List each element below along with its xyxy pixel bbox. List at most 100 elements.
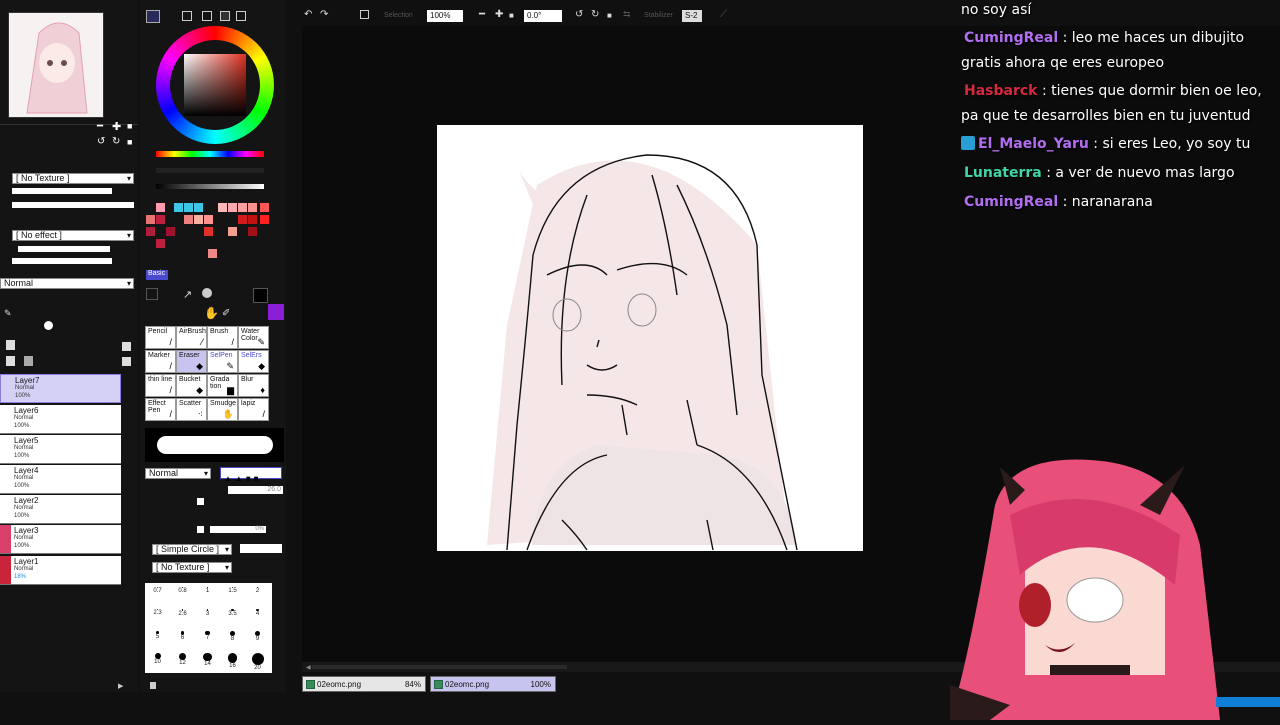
tool-scatter[interactable]: Scatter ⁖ [176,398,207,421]
saturation-value-square[interactable] [184,54,246,116]
effect-strength-slider[interactable] [12,258,112,264]
tool-brush[interactable]: Brush / [207,326,238,349]
tool-gradation[interactable]: Grada tion ▆ [207,374,238,397]
brush-shape-strength-slider[interactable] [240,544,282,553]
scratchpad-toggle-icon[interactable] [236,11,246,21]
brush-size-preset[interactable]: 1.5 [220,585,245,605]
brush-texture-select[interactable]: [ No Texture ] [152,562,232,573]
min-density-slider[interactable]: 0% [210,526,266,533]
layer-row[interactable]: Layer3 Normal 100% [0,525,121,554]
zoom-tool-icon[interactable] [202,288,212,298]
brush-size-preset[interactable]: 16 [220,651,245,671]
rgb-slider-toggle-icon[interactable] [182,11,192,21]
brush-size-preset[interactable]: 2 [245,585,270,605]
brush-shape-select[interactable]: [ Simple Circle ] [152,544,232,555]
file-tab[interactable]: 02eomc.png 84% [302,676,426,692]
stabilizer-select[interactable]: S-2 [682,10,702,22]
brush-size-slider[interactable]: 26.0 [228,486,283,494]
zoom-in-icon[interactable]: ✚ [112,120,121,133]
zoom-out-icon[interactable]: ━ [97,121,103,132]
color-wheel-toggle-icon[interactable] [146,10,160,23]
protect-alpha-toggle[interactable] [44,321,53,330]
zoom-select[interactable]: 100% [427,10,463,22]
tool-selpen[interactable]: SelPen ✎ [207,350,238,373]
brush-size-preset[interactable]: 3 [195,607,220,627]
brush-size-preset[interactable]: 1 [195,585,220,605]
tool-blur[interactable]: Blur ♦ [238,374,269,397]
layer-row[interactable]: Layer7 Normal 100% [0,374,121,403]
color-wheel[interactable] [156,26,274,144]
tool-pencil[interactable]: Pencil / [145,326,176,349]
layer-row[interactable]: Layer4 Normal 100% [0,465,121,494]
layer-row[interactable]: Layer1 Normal 18% [0,556,121,585]
reset-rotation-icon[interactable]: ■ [127,137,132,147]
move-icon[interactable]: ↗ [183,288,192,301]
new-layer-icon[interactable] [6,340,15,350]
pin-icon[interactable]: ✎ [4,308,12,319]
trash-icon[interactable] [24,356,33,366]
brush-shape-buttons[interactable]: ▲▲■■ [220,467,282,483]
hsv-slider-toggle-icon[interactable] [202,11,212,21]
tool-eraser[interactable]: Eraser ◆ [176,350,207,373]
rotate-cw-button[interactable]: ↻ [591,9,599,20]
hand-icon[interactable]: ✋ [204,306,219,320]
min-size-checkbox[interactable] [197,498,204,505]
tool-lapiz[interactable]: lapiz / [238,398,269,421]
layer-row[interactable]: Layer2 Normal 100% [0,495,121,524]
layer-row[interactable]: Layer6 Normal 100% [0,405,121,434]
new-folder-icon[interactable] [6,356,15,366]
brush-size-preset[interactable]: 0.8 [170,585,195,605]
max-density-checkbox[interactable] [197,526,204,533]
brush-size-preset[interactable]: 3.5 [220,607,245,627]
file-tab-active[interactable]: 02eomc.png 100% [430,676,556,692]
tool-marker[interactable]: Marker / [145,350,176,373]
tool-watercolor[interactable]: Water Color ✎ [238,326,269,349]
zoom-in-button[interactable]: ✚ [495,9,503,20]
brush-size-preset[interactable]: 7 [195,629,220,649]
scroll-right-icon[interactable]: ▶ [118,682,123,690]
blend-mode-select[interactable]: Normal [0,278,134,289]
brush-size-preset[interactable]: 2.3 [145,607,170,627]
primary-color-swatch[interactable] [253,288,268,303]
effect-width-slider[interactable] [18,246,110,252]
drawing-canvas[interactable] [437,125,863,551]
color-swatches[interactable] [144,203,274,263]
tool-smudge[interactable]: Smudge ✋ [207,398,238,421]
layer-row[interactable]: Layer5 Normal 100% [0,435,121,464]
tool-effect-pen[interactable]: Effect Pen / [145,398,176,421]
navigator-thumbnail[interactable] [8,12,104,118]
rotation-reset-button[interactable]: ■ [607,11,612,20]
saturation-slider[interactable] [156,168,264,173]
rotation-select[interactable]: 0.0° [524,10,562,22]
texture-strength-slider[interactable] [12,202,134,208]
brush-size-preset[interactable]: 8 [220,629,245,649]
tool-selers[interactable]: SelErs ◆ [238,350,269,373]
brush-size-preset[interactable]: 10 [145,651,170,671]
merge-down-icon[interactable] [122,342,131,351]
invert-selection-icon[interactable] [360,10,369,19]
rotate-left-icon[interactable]: ↺ [97,136,105,147]
hue-slider[interactable] [156,151,264,157]
brush-size-preset[interactable]: 5 [145,629,170,649]
brush-size-preset[interactable]: 9 [245,629,270,649]
clear-layer-icon[interactable] [122,357,131,366]
value-slider[interactable] [156,184,264,189]
antialias-icon[interactable]: ⟋ [720,9,727,20]
paper-texture-select[interactable]: [ No Texture ] [12,173,134,184]
brush-blend-mode-select[interactable]: Normal [145,468,211,479]
panel-collapse-icon[interactable] [150,682,156,689]
brush-size-preset[interactable]: 0.7 [145,585,170,605]
rotate-ccw-button[interactable]: ↺ [575,9,583,20]
brush-size-preset[interactable]: 4 [245,607,270,627]
rotate-right-icon[interactable]: ↻ [112,136,120,147]
zoom-reset-button[interactable]: ■ [509,11,514,20]
brush-size-preset[interactable]: 6 [170,629,195,649]
tool-bucket[interactable]: Bucket ◆ [176,374,207,397]
brush-size-preset[interactable]: 12 [170,651,195,671]
tool-airbrush[interactable]: AirBrush ⁄ [176,326,207,349]
tool-thin-line[interactable]: thin line / [145,374,176,397]
swatch-toggle-icon[interactable] [220,11,230,21]
redo-icon[interactable]: ↷ [320,9,328,20]
flip-horizontal-icon[interactable]: ⇆ [623,9,631,20]
brush-size-preset[interactable]: 20 [245,651,270,671]
